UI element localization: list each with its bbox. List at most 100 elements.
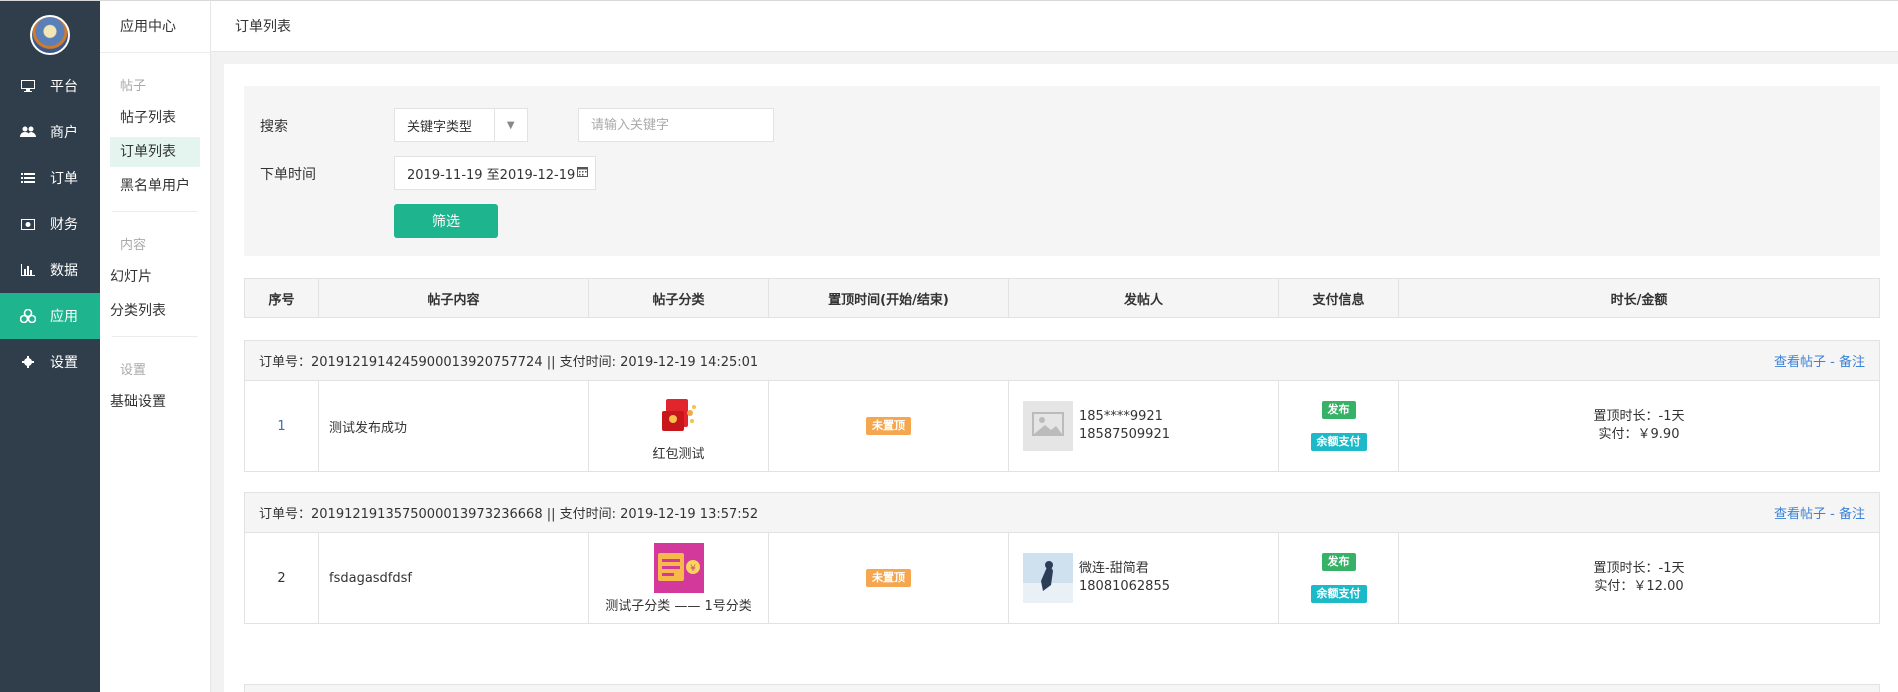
date-range-value: 2019-11-19 至2019-12-19: [407, 167, 576, 183]
top-duration: 置顶时长：-1天: [1593, 409, 1685, 424]
money-icon: [20, 216, 36, 232]
table-row: 2 fsdagasdfdsf ¥ 测试子分类 —— 1号分类 未置顶 微连-甜简…: [245, 533, 1879, 623]
order-info: 订单号：2019121914245900013920757724 || 支付时间…: [259, 355, 759, 370]
avatar: [1023, 401, 1073, 451]
subnav-item-blacklist[interactable]: 黑名单用户: [110, 171, 200, 201]
red-envelope-icon: [661, 398, 696, 431]
post-category: ¥ 测试子分类 —— 1号分类: [589, 533, 769, 623]
sidebar-item-label: 设置: [50, 355, 78, 371]
sidebar-item-label: 商户: [50, 125, 78, 141]
bar-chart-icon: [20, 262, 36, 278]
main-sidebar: 平台 商户 订单 财务 数据 应用 设置: [0, 0, 100, 692]
table-header: 序号 帖子内容 帖子分类 置顶时间(开始/结束) 发帖人 支付信息 时长/金额: [244, 278, 1880, 318]
poster-info: 185****9921 18587509921: [1079, 408, 1170, 444]
svg-text:¥: ¥: [690, 564, 696, 574]
apps-icon: [20, 308, 36, 324]
poster: 微连-甜简君 18081062855: [1009, 533, 1279, 623]
poster-info: 微连-甜简君 18081062855: [1079, 560, 1170, 596]
payment-info: 发布 余额支付: [1279, 381, 1399, 471]
subnav-title: 应用中心: [100, 1, 210, 53]
page-title: 订单列表: [235, 19, 291, 35]
order-block-partial: [244, 684, 1880, 692]
users-icon: [20, 124, 36, 140]
balance-pay-badge: 余额支付: [1310, 433, 1367, 451]
order-header: 订单号：2019121913575000013973236668 || 支付时间…: [245, 493, 1879, 533]
subnav-item-post-list[interactable]: 帖子列表: [110, 103, 200, 133]
subnav-item-categories[interactable]: 分类列表: [100, 296, 210, 326]
duration-amount: 置顶时长：-1天 实付：￥12.00: [1399, 533, 1879, 623]
main-content: 搜索 关键字类型 ▼ 下单时间 2019-11-19 至2019-12-19 筛…: [224, 64, 1898, 692]
sidebar-item-settings[interactable]: 设置: [0, 339, 100, 385]
order-block: 订单号：2019121913575000013973236668 || 支付时间…: [244, 492, 1880, 624]
subnav-item-order-list[interactable]: 订单列表: [110, 137, 200, 167]
order-links[interactable]: 查看帖子 - 备注: [1774, 351, 1865, 370]
sidebar-item-label: 平台: [50, 79, 78, 95]
subnav-group-content: 内容 幻灯片 分类列表: [110, 211, 198, 326]
filter-button[interactable]: 筛选: [394, 204, 498, 238]
poster: 185****9921 18587509921: [1009, 381, 1279, 471]
order-block: 订单号：2019121914245900013920757724 || 支付时间…: [244, 340, 1880, 472]
balance-pay-badge: 余额支付: [1310, 585, 1367, 603]
row-index: 2: [245, 533, 319, 623]
category-thumbnail-icon: ¥: [653, 542, 704, 593]
monitor-icon: [20, 78, 36, 94]
gear-icon: [20, 354, 36, 370]
paid-amount: 实付：￥12.00: [1594, 579, 1684, 594]
category-label: 测试子分类 —— 1号分类: [605, 598, 752, 614]
top-duration: 置顶时长：-1天: [1593, 561, 1685, 576]
top-time: 未置顶: [769, 533, 1009, 623]
publish-badge: 发布: [1321, 553, 1356, 571]
page-header: 订单列表: [211, 0, 1898, 52]
poster-masked-phone: 185****9921: [1079, 409, 1163, 424]
sidebar-item-platform[interactable]: 平台: [0, 63, 100, 109]
paid-amount: 实付：￥9.90: [1598, 427, 1680, 442]
keyword-type-value: 关键字类型: [407, 119, 473, 135]
subnav-item-basic-settings[interactable]: 基础设置: [100, 387, 210, 417]
column-header: 序号: [245, 279, 319, 317]
calendar-icon: [577, 166, 589, 180]
poster-phone: 18587509921: [1079, 427, 1170, 442]
subnav-group-label: 设置: [120, 363, 147, 378]
column-header: 发帖人: [1009, 279, 1279, 317]
avatar: [1023, 553, 1073, 603]
sidebar-item-label: 应用: [50, 309, 78, 325]
list-icon: [20, 170, 36, 186]
order-links[interactable]: 查看帖子 - 备注: [1774, 503, 1865, 522]
subnav-group-label: 内容: [120, 238, 147, 253]
post-content: fsdagasdfdsf: [319, 533, 589, 623]
column-header: 支付信息: [1279, 279, 1399, 317]
search-label: 搜索: [260, 119, 288, 135]
sidebar-item-label: 数据: [50, 263, 78, 279]
keyword-type-select[interactable]: 关键字类型 ▼: [394, 108, 528, 142]
poster-name: 微连-甜简君: [1079, 561, 1149, 576]
keyword-input[interactable]: [578, 108, 774, 142]
subnav-group-label: 帖子: [120, 79, 147, 94]
poster-phone: 18081062855: [1079, 579, 1170, 594]
sidebar-item-merchant[interactable]: 商户: [0, 109, 100, 155]
publish-badge: 发布: [1321, 401, 1356, 419]
duration-amount: 置顶时长：-1天 实付：￥9.90: [1399, 381, 1879, 471]
chevron-down-icon[interactable]: ▼: [493, 108, 527, 142]
column-header: 帖子分类: [589, 279, 769, 317]
logo: [30, 15, 70, 55]
sidebar-item-finance[interactable]: 财务: [0, 201, 100, 247]
post-content: 测试发布成功: [319, 381, 589, 471]
column-header: 帖子内容: [319, 279, 589, 317]
category-label: 红包测试: [652, 446, 705, 462]
subnav-group-posts: 帖子 帖子列表 订单列表 黑名单用户: [100, 53, 210, 201]
table-row: 1 测试发布成功 红包测试 未置顶 185****9921 1858750992…: [245, 381, 1879, 471]
subnav-item-slides[interactable]: 幻灯片: [100, 262, 210, 292]
sidebar-item-apps[interactable]: 应用: [0, 293, 100, 339]
filter-panel: 搜索 关键字类型 ▼ 下单时间 2019-11-19 至2019-12-19 筛…: [244, 86, 1880, 256]
sub-sidebar: 应用中心 帖子 帖子列表 订单列表 黑名单用户 内容 幻灯片 分类列表 设置 基…: [100, 0, 211, 692]
order-info: 订单号：2019121913575000013973236668 || 支付时间…: [259, 507, 759, 522]
row-index: 1: [245, 381, 319, 471]
column-header: 时长/金额: [1610, 292, 1668, 308]
sidebar-item-orders[interactable]: 订单: [0, 155, 100, 201]
payment-info: 发布 余额支付: [1279, 533, 1399, 623]
top-time: 未置顶: [769, 381, 1009, 471]
date-range-input[interactable]: 2019-11-19 至2019-12-19: [394, 156, 596, 190]
subnav-group-settings: 设置 基础设置: [110, 336, 198, 417]
sidebar-item-label: 订单: [50, 171, 78, 187]
sidebar-item-data[interactable]: 数据: [0, 247, 100, 293]
